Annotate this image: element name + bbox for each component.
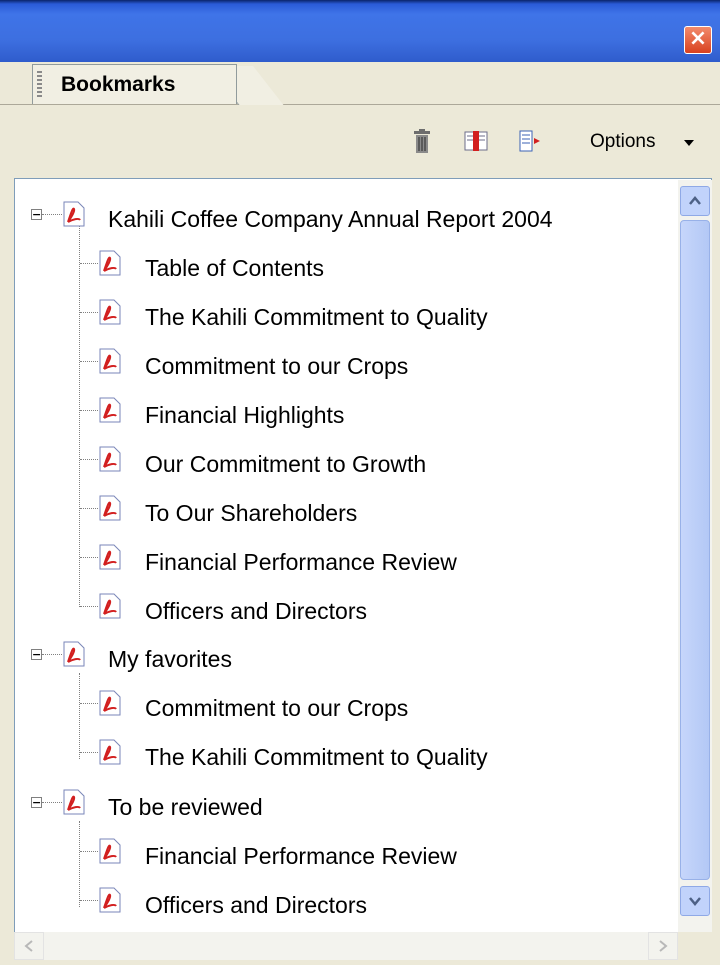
pdf-bookmark-icon bbox=[99, 739, 121, 765]
tree-line bbox=[80, 263, 98, 264]
collapse-icon[interactable]: − bbox=[31, 209, 42, 220]
tab-label: Bookmarks bbox=[61, 73, 176, 96]
bookmark-label: Officers and Directors bbox=[145, 892, 367, 918]
tree-line bbox=[42, 214, 62, 215]
pdf-bookmark-icon bbox=[99, 544, 121, 570]
tree-line bbox=[80, 410, 98, 411]
bookmark-item[interactable]: Financial Highlights bbox=[15, 393, 675, 437]
pdf-bookmark-icon bbox=[99, 495, 121, 521]
pdf-bookmark-icon bbox=[99, 397, 121, 423]
bookmark-label: The Kahili Commitment to Quality bbox=[145, 304, 488, 330]
bookmark-label: To Our Shareholders bbox=[145, 500, 358, 526]
bookmark-item[interactable]: Commitment to our Crops bbox=[15, 686, 675, 730]
pdf-bookmark-icon bbox=[99, 299, 121, 325]
pdf-bookmark-icon bbox=[99, 593, 121, 619]
pdf-bookmark-icon bbox=[99, 446, 121, 472]
tab-bookmarks[interactable]: Bookmarks bbox=[32, 64, 237, 104]
pdf-bookmark-icon bbox=[63, 789, 85, 815]
tree-line bbox=[80, 752, 98, 753]
pdf-bookmark-icon bbox=[99, 887, 121, 913]
bookmark-item[interactable]: Officers and Directors bbox=[15, 589, 675, 633]
bookmark-label: Table of Contents bbox=[145, 255, 325, 281]
horizontal-scrollbar[interactable] bbox=[14, 932, 678, 960]
tree-line bbox=[80, 900, 98, 901]
bookmark-item[interactable]: Table of Contents bbox=[15, 246, 675, 290]
pdf-bookmark-icon bbox=[63, 201, 85, 227]
bookmark-item[interactable]: The Kahili Commitment to Quality bbox=[15, 295, 675, 339]
tab-strip: Bookmarks bbox=[0, 62, 720, 110]
tree-line bbox=[42, 802, 62, 803]
bookmark-label: Financial Performance Review bbox=[145, 843, 457, 869]
bookmark-label: Financial Performance Review bbox=[145, 549, 457, 575]
pdf-bookmark-icon bbox=[99, 250, 121, 276]
pdf-bookmark-icon bbox=[63, 641, 85, 667]
bookmark-group[interactable]: − Kahili Coffee Company Annual Report 20… bbox=[15, 197, 675, 241]
trash-icon[interactable] bbox=[408, 127, 436, 155]
tree-line bbox=[80, 312, 98, 313]
pdf-bookmark-icon bbox=[99, 838, 121, 864]
close-icon[interactable]: × bbox=[684, 26, 712, 54]
bookmark-label: Commitment to our Crops bbox=[145, 695, 409, 721]
bookmark-label: Officers and Directors bbox=[145, 598, 367, 624]
collapse-icon[interactable]: − bbox=[31, 649, 42, 660]
scroll-left-button[interactable] bbox=[14, 932, 44, 960]
tree-line bbox=[80, 703, 98, 704]
scroll-up-button[interactable] bbox=[680, 186, 710, 216]
tree-line bbox=[80, 459, 98, 460]
tree-line bbox=[80, 557, 98, 558]
pdf-bookmark-icon bbox=[99, 690, 121, 716]
title-bar: × bbox=[0, 0, 720, 62]
bookmark-label: Kahili Coffee Company Annual Report 2004 bbox=[108, 206, 553, 232]
bookmark-label: The Kahili Commitment to Quality bbox=[145, 744, 488, 770]
new-bookmark-icon[interactable] bbox=[462, 127, 490, 155]
collapse-icon[interactable]: − bbox=[31, 797, 42, 808]
bookmark-label: Commitment to our Crops bbox=[145, 353, 409, 379]
chevron-down-icon bbox=[689, 897, 701, 906]
bookmark-group[interactable]: − To be reviewed bbox=[15, 785, 675, 829]
tree-line bbox=[80, 361, 98, 362]
scroll-down-button[interactable] bbox=[680, 886, 710, 916]
bookmark-label: To be reviewed bbox=[108, 794, 263, 820]
chevron-up-icon bbox=[689, 196, 701, 205]
options-menu[interactable]: Options bbox=[590, 130, 655, 154]
bookmark-group[interactable]: − My favorites bbox=[15, 637, 675, 681]
bookmark-label: My favorites bbox=[108, 646, 232, 672]
bookmarks-panel: × Bookmarks Options − Kahili Coffee Comp… bbox=[0, 0, 720, 965]
bookmark-item[interactable]: Financial Performance Review bbox=[15, 834, 675, 878]
tree-line bbox=[42, 654, 62, 655]
pdf-bookmark-icon bbox=[99, 348, 121, 374]
scroll-thumb[interactable] bbox=[680, 220, 710, 880]
vertical-scrollbar[interactable] bbox=[678, 180, 712, 932]
bookmark-item[interactable]: To Our Shareholders bbox=[15, 491, 675, 535]
bookmark-item[interactable]: Our Commitment to Growth bbox=[15, 442, 675, 486]
bookmark-item[interactable]: Commitment to our Crops bbox=[15, 344, 675, 388]
bookmark-item[interactable]: The Kahili Commitment to Quality bbox=[15, 735, 675, 779]
bookmark-item[interactable]: Officers and Directors bbox=[15, 883, 675, 927]
tree-line bbox=[80, 508, 98, 509]
tree-line bbox=[80, 606, 98, 607]
scroll-right-button[interactable] bbox=[648, 932, 678, 960]
bookmark-item[interactable]: Financial Performance Review bbox=[15, 540, 675, 584]
chevron-right-icon bbox=[659, 940, 668, 952]
bookmark-label: Financial Highlights bbox=[145, 402, 345, 428]
bookmark-tree: − Kahili Coffee Company Annual Report 20… bbox=[14, 178, 712, 960]
expand-bookmark-icon[interactable] bbox=[516, 127, 544, 155]
tree-line bbox=[80, 851, 98, 852]
grip-icon[interactable] bbox=[37, 71, 42, 99]
scroll-corner bbox=[678, 932, 712, 960]
chevron-left-icon bbox=[24, 940, 33, 952]
chevron-down-icon[interactable] bbox=[684, 140, 694, 146]
bookmark-label: Our Commitment to Growth bbox=[145, 451, 427, 477]
